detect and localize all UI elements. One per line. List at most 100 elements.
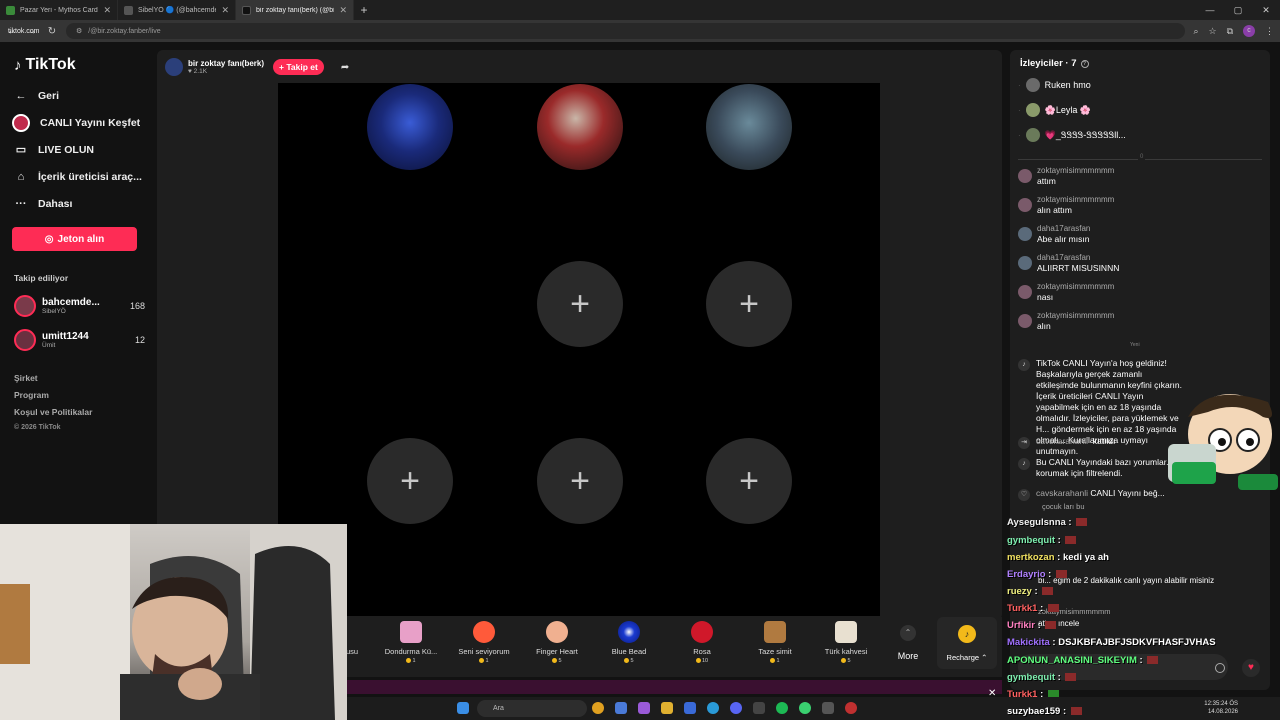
guest-seat-avatar[interactable]: [367, 84, 453, 170]
browser-tab[interactable]: Pazar Yeri - Mythos Cards ✕: [0, 0, 118, 20]
spotify-icon[interactable]: [776, 702, 788, 714]
host-name[interactable]: bir zoktay fanı(berk): [188, 59, 264, 68]
guest-seat-avatar[interactable]: [537, 84, 623, 170]
browser-tab-active[interactable]: bir zoktay fanı(berk) (@bir... ✕: [236, 0, 354, 20]
browser-menu-icon[interactable]: ⋮: [1265, 26, 1274, 37]
host-likes: ♥ 2.1K: [188, 68, 208, 75]
help-icon[interactable]: ?: [1080, 59, 1089, 68]
zoom-icon[interactable]: ⌕: [1193, 26, 1198, 37]
bookmark-star-icon[interactable]: ☆: [1208, 26, 1216, 37]
edge-icon[interactable]: [707, 702, 719, 714]
gift-item[interactable]: Seni seviyorum 1: [451, 621, 517, 664]
tiktok-note-icon: ♪: [1018, 359, 1030, 371]
more-icon: ···: [15, 197, 27, 210]
empty-seat-plus-icon[interactable]: +: [367, 438, 453, 524]
close-tab-icon[interactable]: ✕: [221, 5, 229, 16]
avatar[interactable]: [1018, 227, 1032, 241]
tiktok-logo[interactable]: ♪ TikTok: [14, 56, 145, 74]
minimize-icon[interactable]: —: [1196, 0, 1224, 20]
share-icon[interactable]: ➦: [341, 62, 349, 73]
avatar[interactable]: [1018, 198, 1032, 212]
chat-user[interactable]: zoktaymisimmmmmm: [1037, 166, 1114, 175]
avatar[interactable]: [1018, 169, 1032, 183]
chat-user[interactable]: cavskarahanli: [1036, 488, 1088, 498]
reload-icon[interactable]: ↻: [46, 26, 58, 37]
file-explorer-icon[interactable]: [661, 702, 673, 714]
chat-user[interactable]: daha17arasfan: [1037, 253, 1119, 262]
site-info-icon[interactable]: ⚙: [76, 27, 82, 35]
app-icon[interactable]: [753, 702, 765, 714]
gift-item[interactable]: Türk kahvesi 5: [813, 621, 879, 664]
get-coins-button[interactable]: ◎ Jeton alın: [12, 227, 137, 251]
sidebar-item-go-live[interactable]: ▭ LIVE OLUN: [14, 136, 145, 163]
discord-icon[interactable]: [730, 702, 742, 714]
tiktok-favicon-icon: [242, 5, 251, 15]
profile-avatar[interactable]: c: [1243, 25, 1255, 37]
chat-user[interactable]: zoktaymisimmmmmm: [1037, 195, 1114, 204]
app-icon[interactable]: [845, 702, 857, 714]
avatar[interactable]: [1018, 285, 1032, 299]
viewer-item[interactable]: · 🌸Leyla 🌸: [1018, 103, 1091, 117]
recharge-button[interactable]: ♪ Recharge ⌃: [937, 617, 997, 669]
overlay-user: Turkk1: [1007, 603, 1038, 614]
gift-item[interactable]: Taze simit 1: [742, 621, 808, 664]
chat-user[interactable]: zoktaymisimmmmmm: [1037, 282, 1114, 291]
app-icon[interactable]: [684, 702, 696, 714]
footer-link-program[interactable]: Program: [14, 390, 145, 407]
coin-icon: [479, 658, 485, 664]
viewer-item[interactable]: · Ruken hmo: [1018, 78, 1091, 92]
avatar[interactable]: [1018, 256, 1032, 270]
close-window-icon[interactable]: ✕: [1252, 0, 1280, 20]
footer-link-company[interactable]: Şirket: [14, 373, 145, 390]
empty-seat-plus-icon[interactable]: +: [706, 261, 792, 347]
close-tab-icon[interactable]: ✕: [339, 5, 347, 16]
gift-item[interactable]: Blue Bead 5: [596, 621, 662, 664]
chat-user[interactable]: daha17arasfan: [1037, 224, 1090, 233]
more-gifts-button[interactable]: ⌃ More: [888, 625, 928, 661]
viewer-item[interactable]: · 💗_ᏕᏕᏕᏕ-ᏕᏕᏕᏕᏕll...: [1018, 128, 1126, 142]
gift-item[interactable]: Rosa 10: [669, 621, 735, 664]
app-icon[interactable]: [638, 702, 650, 714]
browser-tab[interactable]: SibelYÖ 🔵 (@bahcemden... ✕: [118, 0, 236, 20]
home-icon: ⌂: [17, 170, 25, 183]
extensions-icon[interactable]: ⧉: [1227, 26, 1233, 37]
following-item[interactable]: umitt1244 Ümit 12: [14, 329, 145, 351]
host-avatar[interactable]: [165, 58, 183, 76]
follow-button[interactable]: + Takip et: [273, 59, 324, 75]
app-icon[interactable]: [799, 702, 811, 714]
app-icon[interactable]: [615, 702, 627, 714]
sidebar-item-back[interactable]: ← Geri: [14, 82, 145, 109]
sidebar-item-label: CANLI Yayını Keşfet: [40, 116, 141, 129]
sidebar-item-more[interactable]: ··· Dahası: [14, 190, 145, 217]
new-tab-button[interactable]: +: [354, 0, 374, 20]
chrome-icon[interactable]: [592, 702, 604, 714]
close-tab-icon[interactable]: ✕: [103, 5, 111, 16]
taskbar-search[interactable]: Ara: [477, 700, 587, 717]
empty-seat-plus-icon[interactable]: +: [537, 261, 623, 347]
maximize-icon[interactable]: ▢: [1224, 0, 1252, 20]
guest-seat-avatar[interactable]: [706, 84, 792, 170]
taskbar-clock[interactable]: 12:35:24 ÖS 14.08.2026: [1204, 700, 1238, 716]
taskbar: Ara 12:35:24 ÖS 14.08.2026: [347, 697, 1280, 720]
app-icon[interactable]: [822, 702, 834, 714]
empty-seat-plus-icon[interactable]: +: [537, 438, 623, 524]
overlay-chat-line: mertkozan : kedi ya ah: [1007, 552, 1109, 563]
chat-user[interactable]: zoktaymisimmmmmm: [1037, 311, 1114, 320]
sidebar-item-creator-tools[interactable]: ⌂ İçerik üreticisi araç...: [14, 163, 145, 190]
chat-user[interactable]: cavskarahanli: [1036, 436, 1088, 446]
avatar[interactable]: [1018, 314, 1032, 328]
blue-bead-icon: [618, 621, 640, 643]
viewer-name: 💗_ᏕᏕᏕᏕ-ᏕᏕᏕᏕᏕll...: [1044, 129, 1126, 140]
gift-item[interactable]: Finger Heart 5: [524, 621, 590, 664]
footer-link-terms[interactable]: Koşul ve Politikalar: [14, 407, 145, 424]
windows-start-icon[interactable]: [457, 702, 469, 714]
following-item[interactable]: bahcemde... SibelYÖ 168: [14, 295, 145, 317]
gift-item[interactable]: Dondurma Kü... 1: [378, 621, 444, 664]
camera-icon: ▭: [15, 144, 27, 156]
like-heart-button[interactable]: ♥: [1242, 659, 1260, 677]
empty-seat-plus-icon[interactable]: +: [706, 438, 792, 524]
url-field[interactable]: ⚙ tiktok.com /@bir.zoktay.fanber/live: [8, 23, 1186, 39]
emoji-icon[interactable]: [1215, 663, 1225, 673]
simit-icon: [764, 621, 786, 643]
sidebar-item-explore-live[interactable]: CANLI Yayını Keşfet: [12, 109, 145, 136]
